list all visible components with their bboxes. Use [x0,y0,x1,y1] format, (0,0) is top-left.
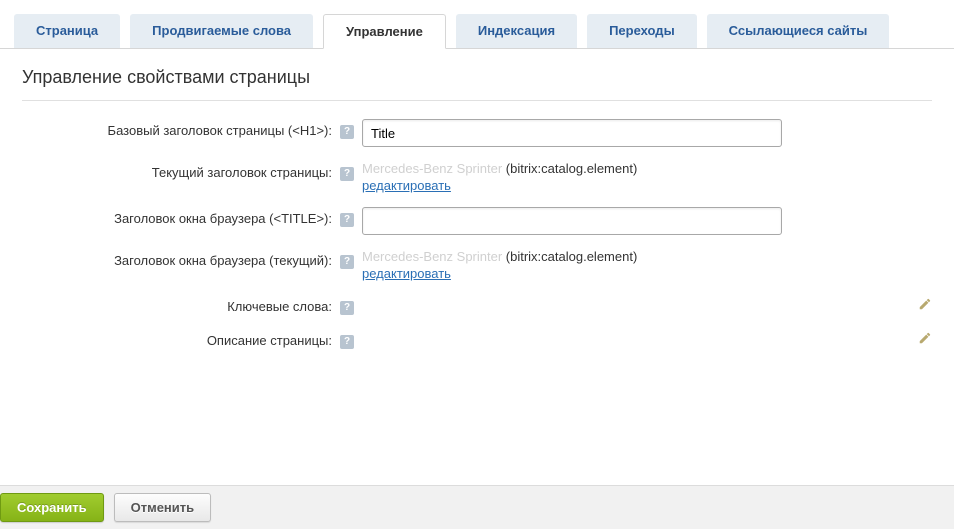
page-title: Управление свойствами страницы [0,49,954,100]
help-icon[interactable]: ? [340,301,354,315]
tab-page[interactable]: Страница [14,14,120,48]
browser-title-input[interactable] [362,207,782,235]
tab-manage[interactable]: Управление [323,14,446,49]
label-browser-title-current: Заголовок окна браузера (текущий): [22,249,340,268]
label-keywords: Ключевые слова: [22,295,340,314]
help-icon[interactable]: ? [340,167,354,181]
current-title-dimmed: Mercedes-Benz Sprinter [362,161,502,176]
row-current-title: Текущий заголовок страницы: ? Mercedes-B… [22,161,932,193]
tab-promoted-words[interactable]: Продвигаемые слова [130,14,313,48]
edit-browser-title-link[interactable]: редактировать [362,266,451,281]
save-button[interactable]: Сохранить [0,493,104,522]
tab-referring-sites[interactable]: Ссылающиеся сайты [707,14,890,48]
label-h1: Базовый заголовок страницы (<H1>): [22,119,340,138]
tabs-bar: Страница Продвигаемые слова Управление И… [0,0,954,49]
help-icon[interactable]: ? [340,125,354,139]
tab-visits[interactable]: Переходы [587,14,697,48]
current-title-suffix: (bitrix:catalog.element) [502,161,637,176]
browser-title-current-dimmed: Mercedes-Benz Sprinter [362,249,502,264]
help-icon[interactable]: ? [340,335,354,349]
footer-bar: Сохранить Отменить [0,485,954,529]
cancel-button[interactable]: Отменить [114,493,212,522]
label-description: Описание страницы: [22,329,340,348]
edit-current-title-link[interactable]: редактировать [362,178,451,193]
row-description: Описание страницы: ? [22,329,932,349]
row-browser-title: Заголовок окна браузера (<TITLE>): ? [22,207,932,235]
help-icon[interactable]: ? [340,213,354,227]
pencil-icon[interactable] [918,331,932,348]
divider [22,100,932,101]
row-browser-title-current: Заголовок окна браузера (текущий): ? Mer… [22,249,932,281]
h1-input[interactable] [362,119,782,147]
pencil-icon[interactable] [918,297,932,314]
browser-title-current-suffix: (bitrix:catalog.element) [502,249,637,264]
row-h1: Базовый заголовок страницы (<H1>): ? [22,119,932,147]
form: Базовый заголовок страницы (<H1>): ? Тек… [0,119,954,349]
tab-indexing[interactable]: Индексация [456,14,577,48]
label-browser-title: Заголовок окна браузера (<TITLE>): [22,207,340,226]
label-current-title: Текущий заголовок страницы: [22,161,340,180]
row-keywords: Ключевые слова: ? [22,295,932,315]
help-icon[interactable]: ? [340,255,354,269]
